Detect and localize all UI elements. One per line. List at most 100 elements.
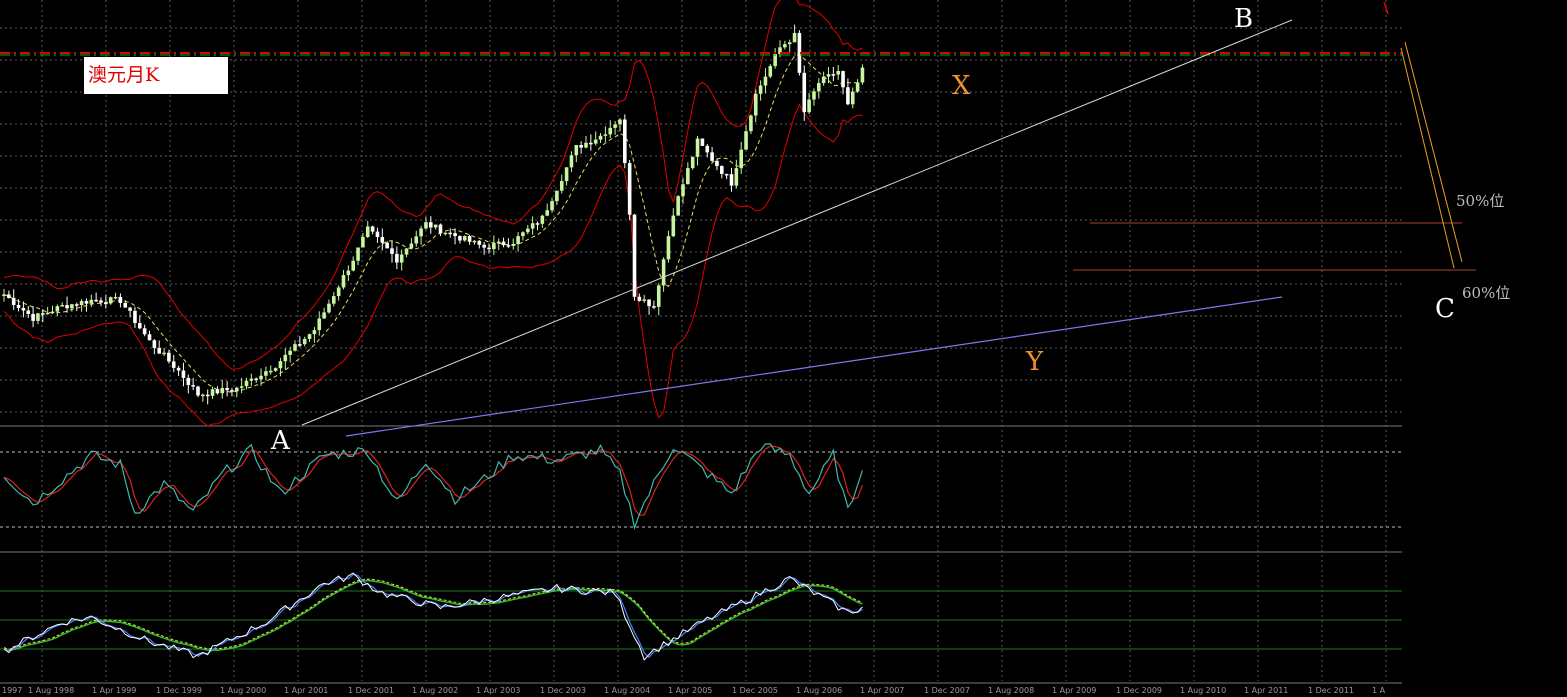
- candle-body: [661, 259, 666, 286]
- candle-body: [395, 253, 399, 263]
- candle-body: [826, 74, 831, 77]
- candle-body: [739, 149, 743, 169]
- candle-body: [545, 210, 549, 216]
- candle-body: [215, 389, 220, 394]
- candle-body: [7, 294, 11, 298]
- candle-body: [676, 196, 680, 216]
- candle-body: [540, 215, 545, 224]
- candle-body: [65, 305, 69, 309]
- wave-label-x: X: [952, 71, 971, 101]
- chart-title-box: 澳元月K: [84, 57, 228, 94]
- candle-body: [783, 44, 787, 48]
- candle-body: [365, 226, 370, 238]
- candle-body: [744, 131, 748, 150]
- x-tick-label: 1 A: [1372, 686, 1386, 695]
- candle-body: [171, 361, 176, 368]
- x-tick-label: 1 Aug 2008: [988, 686, 1034, 695]
- x-tick-label: 1 Apr 2009: [1052, 686, 1096, 695]
- candle-body: [99, 300, 103, 303]
- candle-body: [715, 160, 719, 167]
- candle-body: [807, 99, 811, 113]
- candle-body: [462, 236, 467, 241]
- candle-body: [598, 135, 603, 140]
- candle-body: [239, 386, 244, 388]
- candle-body: [273, 368, 278, 371]
- candle-body: [637, 296, 642, 301]
- candle-body: [424, 222, 428, 229]
- candle-body: [26, 310, 31, 314]
- candle-body: [138, 323, 142, 329]
- candle-body: [574, 145, 579, 156]
- x-tick-label: 1 Dec 2009: [1116, 686, 1162, 695]
- candle-body: [104, 302, 108, 305]
- candle-body: [492, 243, 496, 250]
- candle-body: [181, 370, 186, 378]
- candle-body: [749, 115, 753, 132]
- candle-body: [855, 82, 860, 92]
- candle-body: [608, 127, 613, 135]
- candle-body: [201, 394, 205, 397]
- x-tick-label: 1 Apr 2003: [476, 686, 520, 695]
- candle-body: [758, 85, 763, 94]
- candle-body: [249, 378, 254, 381]
- candle-body: [526, 228, 530, 233]
- candle-body: [356, 247, 360, 261]
- candle-body: [84, 301, 89, 304]
- candle-body: [836, 71, 840, 75]
- candle-body: [55, 306, 60, 312]
- candle-body: [399, 254, 404, 263]
- candle-body: [506, 245, 511, 247]
- candle-body: [618, 119, 622, 125]
- candle-body: [220, 387, 225, 394]
- candle-body: [647, 299, 651, 307]
- candle-body: [385, 242, 389, 249]
- candle-body: [191, 385, 195, 387]
- candle-body: [530, 223, 535, 229]
- candle-body: [225, 387, 229, 391]
- chart-title: 澳元月K: [88, 64, 160, 86]
- candle-body: [264, 371, 268, 376]
- candle-body: [603, 134, 608, 136]
- candle-body: [666, 236, 671, 260]
- candle-body: [370, 226, 375, 232]
- candle-body: [627, 163, 632, 215]
- candle-body: [438, 224, 443, 234]
- candle-body: [496, 241, 501, 244]
- candle-body: [458, 236, 462, 241]
- x-tick-label: 1 Dec 2007: [924, 686, 970, 695]
- candle-body: [652, 306, 656, 308]
- candle-body: [157, 347, 161, 354]
- candle-body: [404, 248, 409, 255]
- candle-body: [792, 32, 797, 43]
- candle-body: [467, 236, 472, 242]
- candle-body: [681, 184, 685, 197]
- candle-body: [278, 361, 283, 369]
- candle-body: [142, 328, 147, 335]
- x-tick-label: 1 Dec 2005: [732, 686, 778, 695]
- candle-body: [569, 155, 574, 168]
- candle-body: [79, 301, 84, 306]
- candle-body: [850, 91, 855, 105]
- candle-body: [613, 124, 617, 128]
- candle-body: [317, 318, 322, 331]
- x-tick-label: 1 Apr 1999: [92, 686, 136, 695]
- candle-body: [302, 338, 307, 345]
- candle-body: [152, 340, 157, 348]
- x-tick-label: 1 Dec 2001: [348, 686, 394, 695]
- candle-body: [21, 307, 26, 311]
- candle-body: [690, 156, 695, 169]
- candle-body: [41, 313, 45, 315]
- level-label-60: 60%位: [1462, 284, 1511, 302]
- candle-body: [734, 168, 739, 186]
- candle-body: [346, 270, 351, 276]
- x-tick-label: 1 Aug 1998: [28, 686, 74, 695]
- candle-body: [94, 299, 98, 302]
- candle-body: [375, 231, 380, 238]
- candle-body: [584, 142, 588, 148]
- candle-body: [118, 296, 123, 303]
- candle-body: [254, 378, 258, 381]
- candle-body: [2, 294, 6, 296]
- x-tick-label: 1 Aug 2000: [220, 686, 266, 695]
- candle-body: [472, 240, 477, 243]
- candle-body: [433, 224, 438, 228]
